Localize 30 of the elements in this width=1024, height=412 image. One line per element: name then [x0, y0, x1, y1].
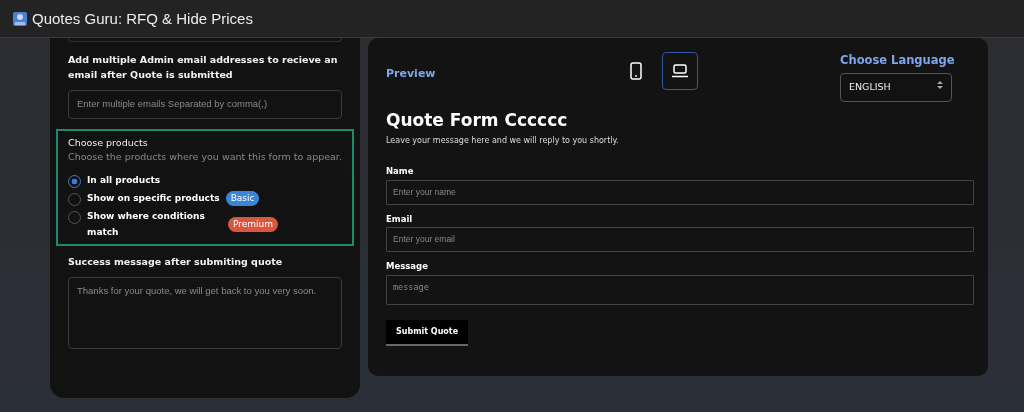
option-label[interactable]: In all products [87, 172, 161, 188]
language-label: Choose Language [840, 52, 955, 69]
section-title: Choose products [68, 135, 149, 150]
field-label: Name [386, 165, 415, 178]
option-label[interactable]: Show where conditions match [87, 209, 222, 240]
preview-title: Preview [386, 66, 437, 82]
text-field[interactable]: Enter your name [386, 179, 974, 205]
logo-icon [12, 10, 28, 27]
form-title: Quote Form Cccccc [386, 108, 569, 132]
field-label: Email [386, 212, 414, 226]
message-field[interactable]: Thanks for your quote, we will get back to you very soon. [68, 277, 342, 350]
emails-field[interactable]: Enter multiple emails Separated by comma(,) [68, 90, 342, 119]
form-subtitle: Leave your message here and we will reply to you shortly. [386, 135, 620, 147]
plan-badge: Basic [225, 190, 260, 207]
phone-icon [630, 62, 642, 80]
app-title: Quotes Guru: RFQ & Hide Prices [32, 9, 253, 28]
submit-button[interactable]: Submit Quote [386, 320, 469, 347]
option-label[interactable]: Show on specific products [87, 190, 220, 207]
language-select[interactable]: ENGLISH [840, 73, 952, 102]
section-description: Choose the products where you want this form to appear. [68, 149, 342, 164]
radio-button[interactable] [68, 174, 81, 188]
message-field[interactable]: message [386, 274, 974, 305]
plan-badge: Premium [228, 216, 279, 233]
laptop-icon [671, 64, 689, 78]
dropdown-caret-icon [937, 80, 943, 91]
field-label: Success message after submiting quote [68, 254, 284, 269]
field-label: Message [386, 260, 429, 273]
device-toggle[interactable] [662, 52, 698, 90]
field-label: Add multiple Admin email addresses to recieve an email after Quote is submitted [68, 53, 339, 83]
text-field[interactable]: Enter your email [386, 227, 974, 252]
